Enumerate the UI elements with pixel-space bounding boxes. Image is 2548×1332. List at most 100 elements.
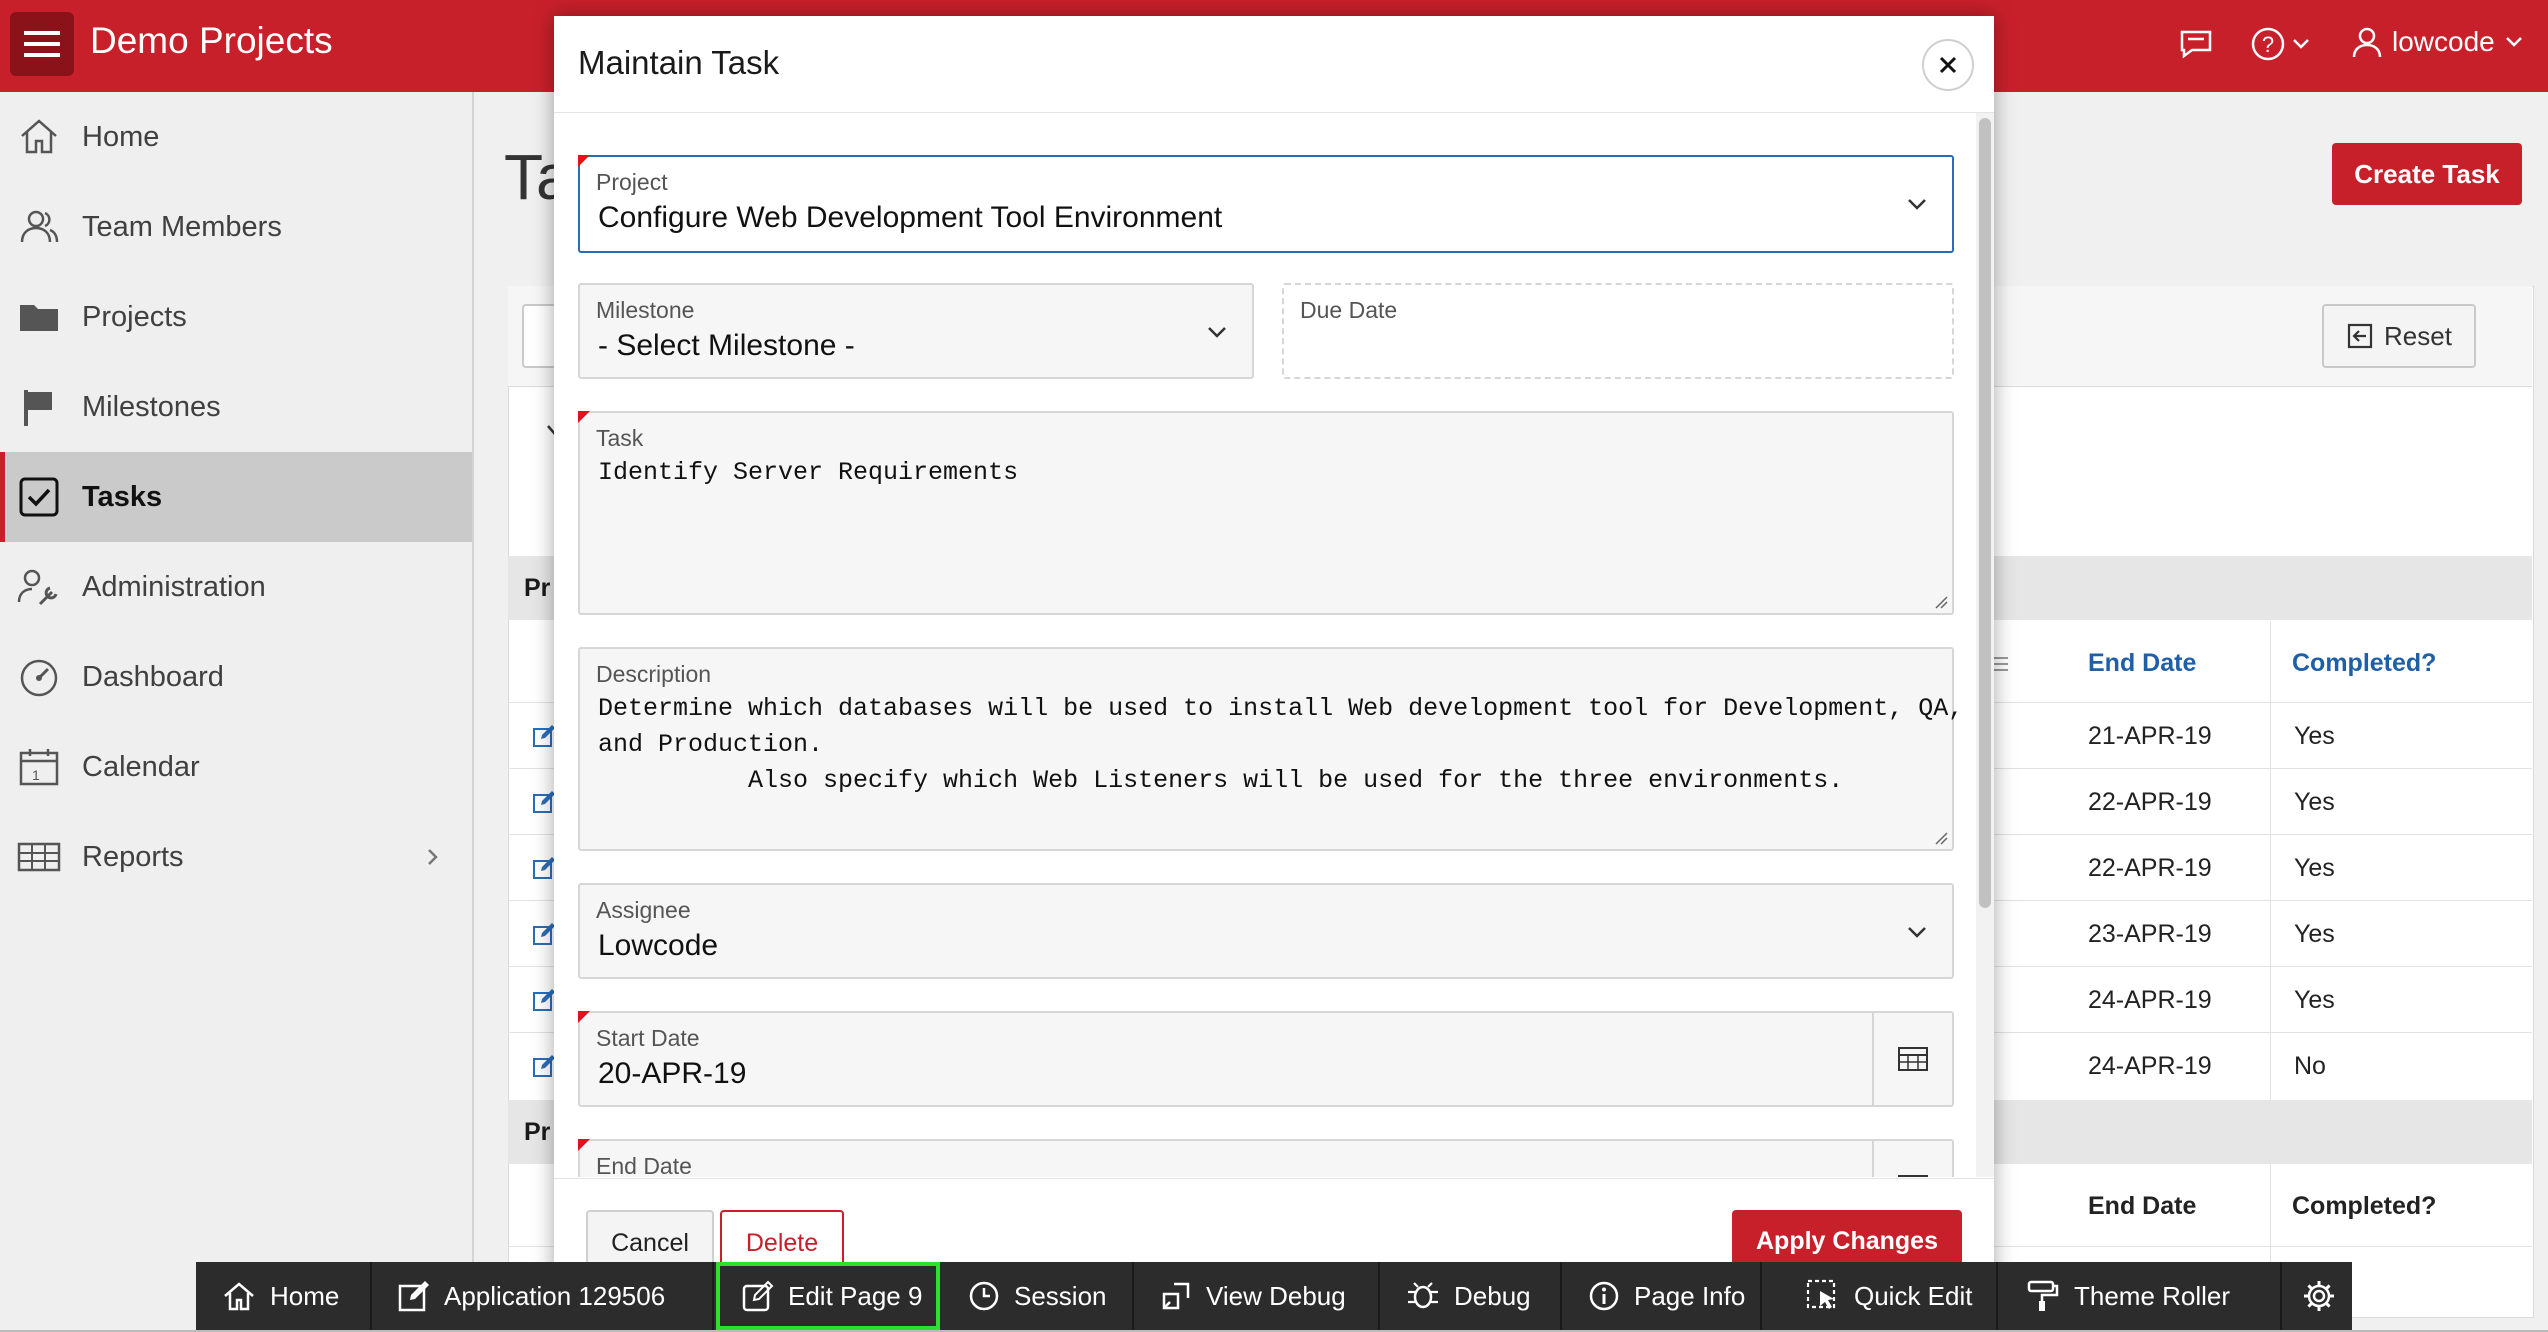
field-label: End Date: [596, 1153, 692, 1177]
dev-item-label: Session: [1014, 1280, 1107, 1311]
calendar-icon: [1898, 1047, 1928, 1071]
sidebar-item-label: Dashboard: [82, 660, 224, 693]
cell-completed: Yes: [2294, 920, 2335, 948]
cell-completed: Yes: [2294, 788, 2335, 816]
field-label: Assignee: [596, 897, 691, 923]
end-date-field[interactable]: End Date: [578, 1139, 1954, 1177]
resize-handle-icon[interactable]: [1934, 595, 1948, 609]
help-menu-button[interactable]: ?: [2250, 26, 2310, 62]
start-date-field[interactable]: Start Date 20-APR-19: [578, 1011, 1954, 1107]
cell-completed: Yes: [2294, 986, 2335, 1014]
dev-debug-button[interactable]: Debug: [1380, 1262, 1562, 1330]
sidebar-item-label: Tasks: [82, 480, 163, 513]
dev-quick-edit-button[interactable]: Quick Edit: [1780, 1262, 1998, 1330]
hamburger-menu-button[interactable]: [10, 12, 74, 76]
view-debug-icon: [1162, 1282, 1190, 1310]
svg-text:?: ?: [2262, 32, 2274, 57]
sidebar-item-label: Calendar: [82, 750, 200, 783]
column-header-completed[interactable]: Completed?: [2292, 1192, 2436, 1221]
cell-end-date: 22-APR-19: [2088, 788, 2212, 816]
create-task-button[interactable]: Create Task: [2332, 143, 2522, 205]
field-value: - Select Milestone -: [598, 329, 855, 362]
end-date-calendar-button[interactable]: [1872, 1141, 1952, 1177]
user-menu-button[interactable]: lowcode: [2352, 26, 2523, 58]
sidebar-item-label: Milestones: [82, 390, 221, 423]
edit-row-icon[interactable]: [532, 1054, 556, 1078]
sidebar-item-team-members[interactable]: Team Members: [0, 182, 472, 272]
dev-settings-button[interactable]: [2282, 1262, 2352, 1330]
sidebar-item-home[interactable]: Home: [0, 92, 472, 182]
sidebar-item-label: Administration: [82, 570, 266, 603]
column-divider: [2270, 1164, 2271, 1264]
group-label: Pr: [524, 1118, 551, 1146]
gear-icon: [2304, 1281, 2334, 1311]
dev-item-label: Edit Page 9: [788, 1280, 923, 1311]
sidebar-item-tasks[interactable]: Tasks: [0, 452, 472, 542]
edit-row-icon[interactable]: [532, 724, 556, 748]
dev-view-debug-button[interactable]: View Debug: [1134, 1262, 1380, 1330]
project-select[interactable]: Project Configure Web Development Tool E…: [578, 155, 1954, 253]
folder-icon: [20, 305, 58, 331]
reset-button[interactable]: Reset: [2322, 304, 2476, 368]
sidebar-item-dashboard[interactable]: Dashboard: [0, 632, 472, 722]
bug-icon: [1408, 1282, 1438, 1309]
dev-edit-page-button[interactable]: Edit Page 9: [716, 1262, 940, 1330]
edit-row-icon[interactable]: [532, 790, 556, 814]
column-header-end-date[interactable]: End Date: [2088, 1192, 2196, 1221]
dev-home-button[interactable]: Home: [196, 1262, 372, 1330]
sidebar-item-reports[interactable]: Reports: [0, 812, 472, 902]
assignee-select[interactable]: Assignee Lowcode: [578, 883, 1954, 979]
sidebar-item-calendar[interactable]: 1 Calendar: [0, 722, 472, 812]
sidebar-item-administration[interactable]: Administration: [0, 542, 472, 632]
edit-page-icon: [742, 1280, 774, 1312]
dev-application-button[interactable]: Application 129506: [372, 1262, 714, 1330]
edit-row-icon[interactable]: [532, 922, 556, 946]
checkbox-icon: [19, 477, 59, 517]
sidebar-item-projects[interactable]: Projects: [0, 272, 472, 362]
edit-row-icon[interactable]: [532, 856, 556, 880]
info-icon: [1589, 1281, 1619, 1311]
cell-completed: No: [2294, 1052, 2326, 1080]
column-header-completed[interactable]: Completed?: [2292, 649, 2436, 678]
resize-handle-icon[interactable]: [1934, 831, 1948, 845]
chevron-down-icon: [1908, 927, 1926, 938]
close-dialog-button[interactable]: [1922, 39, 1974, 91]
chat-icon[interactable]: [2178, 26, 2214, 62]
dev-theme-roller-button[interactable]: Theme Roller: [2000, 1262, 2282, 1330]
paint-roller-icon: [2027, 1280, 2059, 1311]
description-textarea[interactable]: Description Determine which databases wi…: [578, 647, 1963, 851]
start-date-calendar-button[interactable]: [1872, 1013, 1952, 1105]
cell-end-date: 24-APR-19: [2088, 1052, 2212, 1080]
dev-item-label: Page Info: [1634, 1280, 1746, 1311]
sidebar-item-milestones[interactable]: Milestones: [0, 362, 472, 452]
edit-row-icon[interactable]: [532, 988, 556, 1012]
milestone-select[interactable]: Milestone - Select Milestone -: [578, 283, 1254, 379]
reset-label: Reset: [2384, 320, 2452, 351]
app-title[interactable]: Demo Projects: [90, 20, 333, 62]
column-header-end-date[interactable]: End Date: [2088, 649, 2196, 678]
field-value: Lowcode: [598, 929, 719, 962]
task-textarea[interactable]: Task Identify Server Requirements: [578, 411, 1954, 615]
user-name: lowcode: [2392, 26, 2495, 57]
dev-page-info-button[interactable]: Page Info: [1562, 1262, 1762, 1330]
dialog-scrollbar-thumb[interactable]: [1979, 118, 1991, 908]
chevron-right-icon: [428, 849, 438, 865]
group-label: Pr: [524, 574, 551, 602]
dev-session-button[interactable]: Session: [942, 1262, 1134, 1330]
calendar-icon: 1: [19, 749, 59, 786]
dialog-title: Maintain Task: [578, 44, 780, 81]
field-label: Milestone: [596, 297, 695, 323]
due-date-field[interactable]: Due Date: [1282, 283, 1954, 379]
flag-icon: [24, 390, 52, 426]
field-label: Description: [596, 661, 712, 687]
people-icon: [20, 210, 59, 243]
cell-end-date: 24-APR-19: [2088, 986, 2212, 1014]
cell-end-date: 21-APR-19: [2088, 722, 2212, 750]
help-icon: ?: [2251, 27, 2285, 61]
table-icon: [17, 842, 61, 872]
column-divider: [2270, 622, 2271, 1102]
wrench-user-icon: [17, 569, 58, 606]
cell-completed: Yes: [2294, 722, 2335, 750]
dev-item-label: Debug: [1454, 1280, 1531, 1311]
clock-icon: [969, 1281, 999, 1311]
